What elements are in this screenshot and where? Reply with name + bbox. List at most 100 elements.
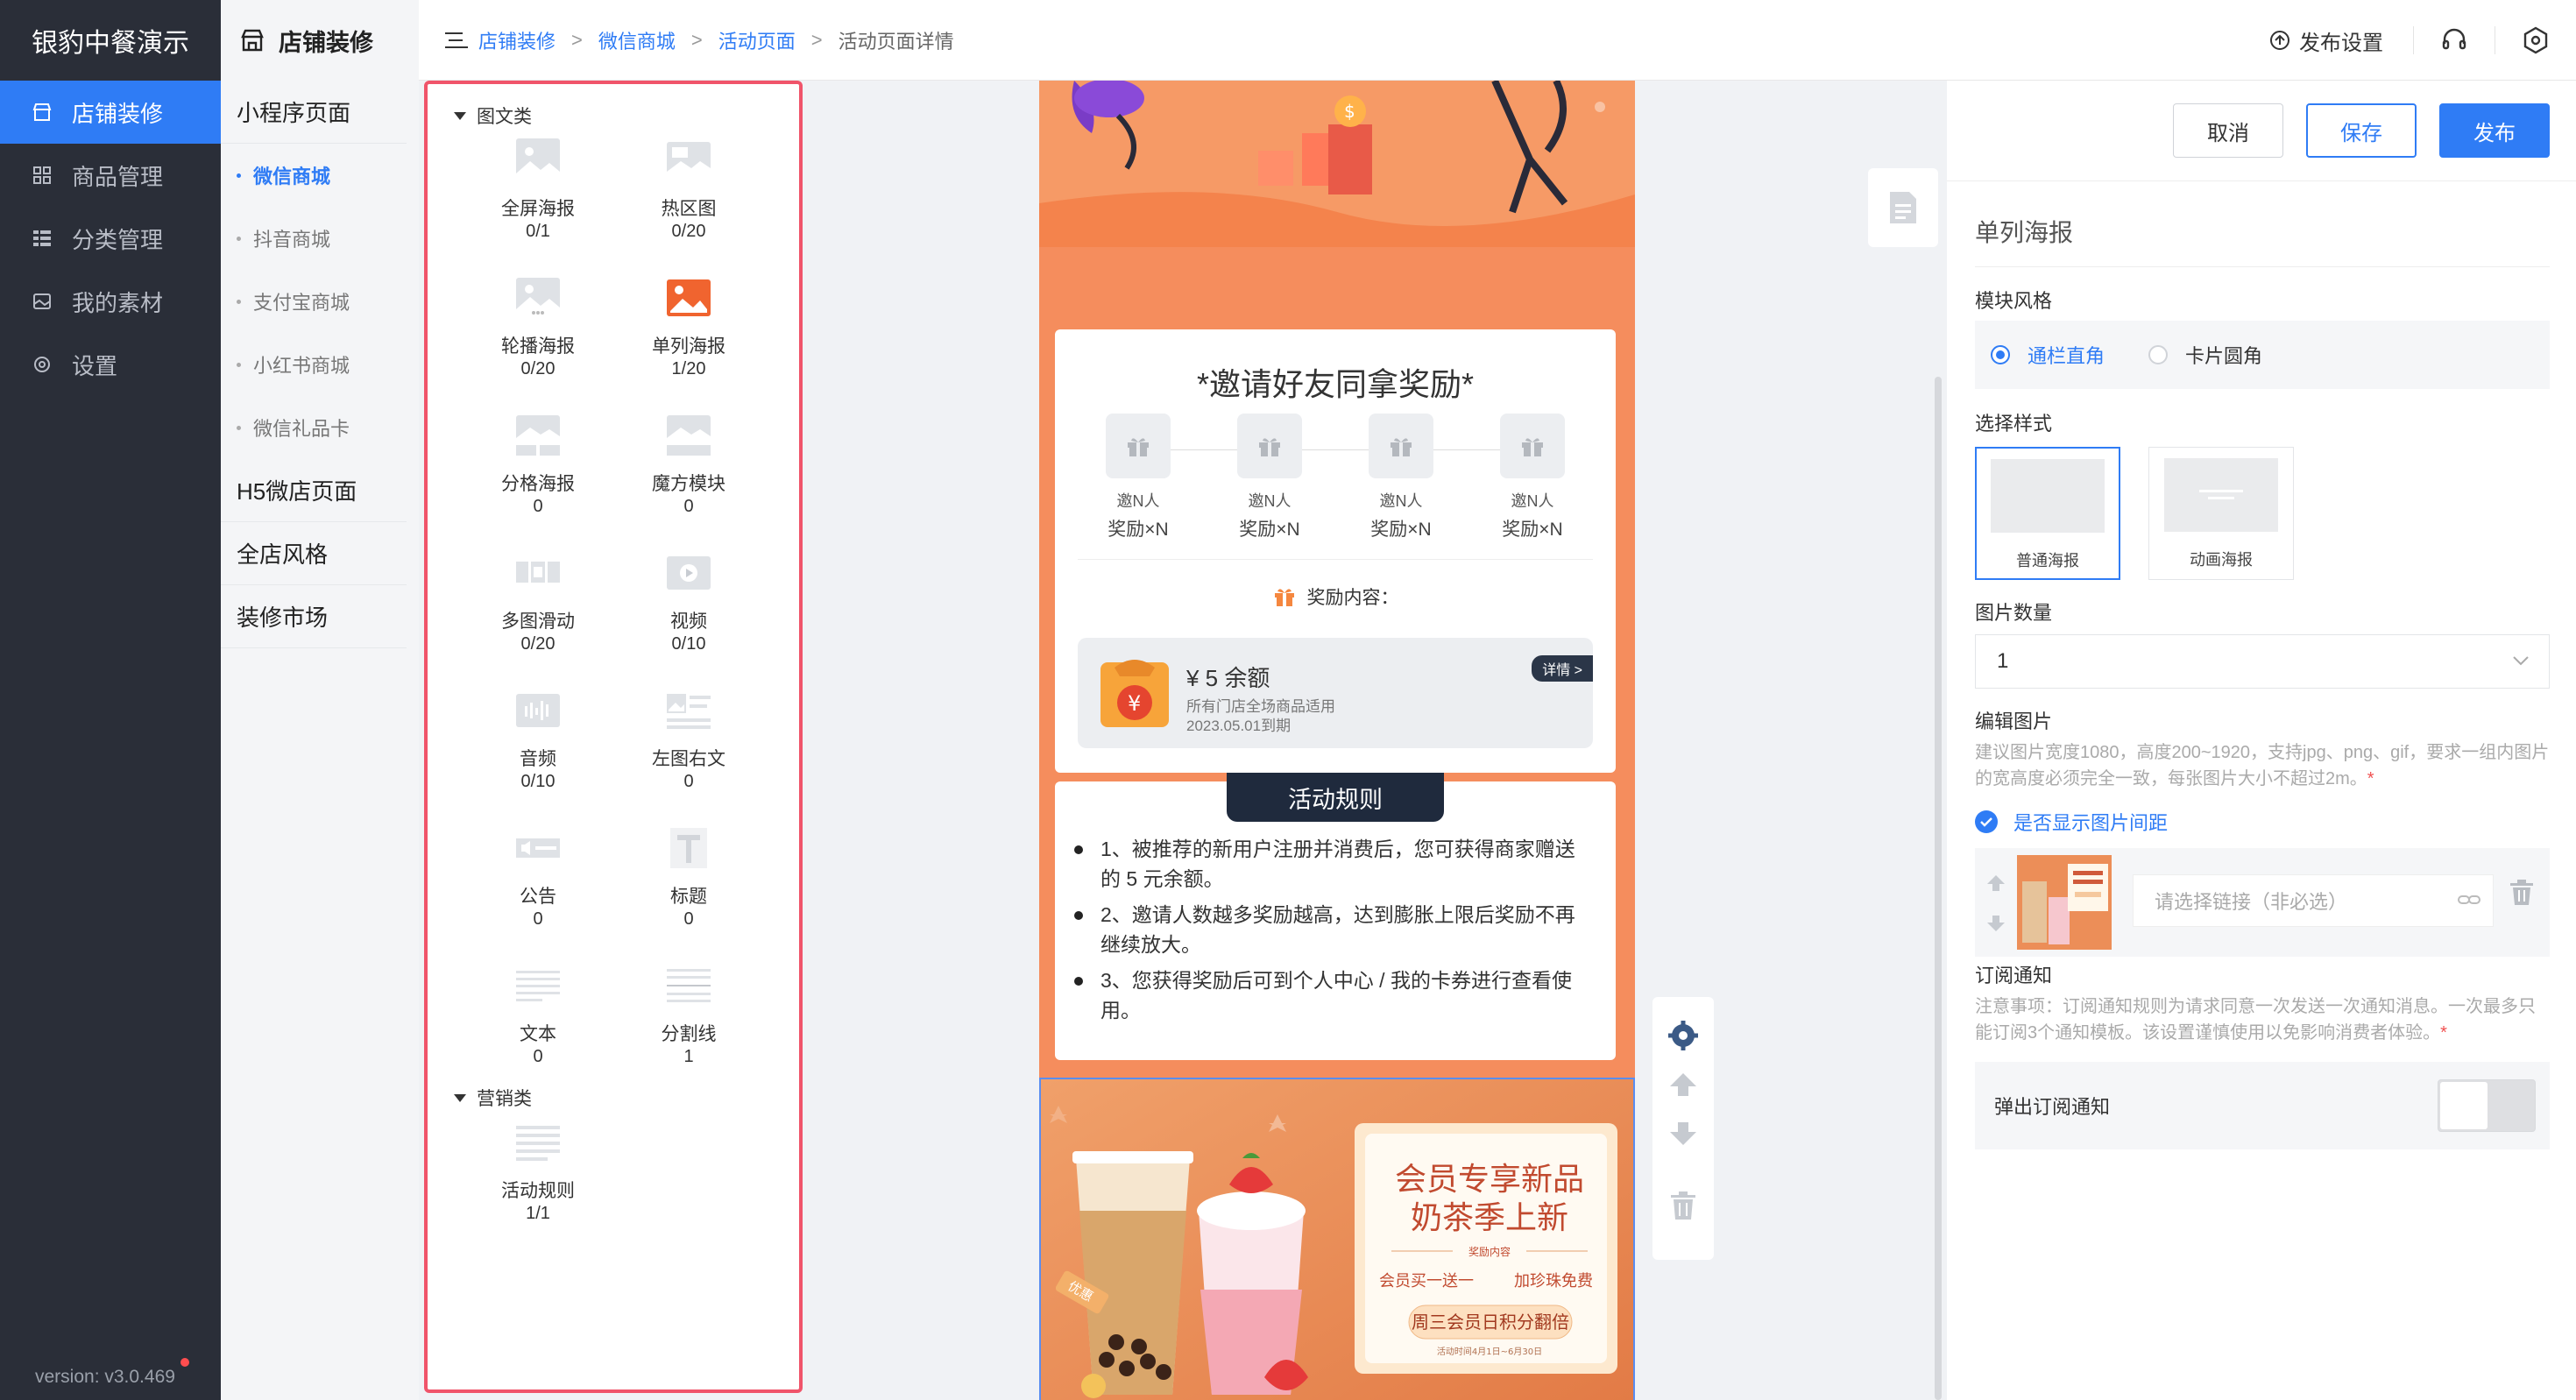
- category-image-text[interactable]: 图文类: [428, 98, 799, 133]
- phone-preview: $ *邀请好友同拿奖励* 邀N人 奖励×N 邀N人 奖励×N 邀N人 奖励×N …: [1039, 81, 1635, 1400]
- rules-tag: 活动规则: [1227, 773, 1444, 822]
- component-cube-module[interactable]: 魔方模块 0: [613, 408, 764, 546]
- move-up-button[interactable]: [1652, 1060, 1714, 1109]
- nav-item-label: 我的素材: [72, 289, 164, 316]
- coupon-card: ¥ ¥ 5 余额 所有门店全场商品适用 2023.05.01到期 详情 >: [1078, 638, 1593, 748]
- component-image-text[interactable]: 左图右文 0: [613, 683, 764, 821]
- subnav-item-douyin-mall[interactable]: 抖音商城: [221, 207, 419, 270]
- invite-step: 邀N人 奖励×N: [1221, 414, 1318, 541]
- caret-down-icon: [454, 1093, 466, 1102]
- radio-card-rounded[interactable]: 卡片圆角: [2148, 341, 2262, 369]
- image-item-row: 请选择链接（非必选）: [1975, 848, 2550, 957]
- subscribe-hint: 注意事项：订阅通知规则为请求同意一次发送一次通知消息。一次最多只能订阅3个通知模…: [1975, 997, 2536, 1043]
- subscribe-label: 订阅通知: [1975, 965, 2053, 986]
- publish-button[interactable]: 发布: [2439, 103, 2550, 158]
- component-audio[interactable]: 音频 0/10: [463, 683, 613, 821]
- invite-section[interactable]: *邀请好友同拿奖励* 邀N人 奖励×N 邀N人 奖励×N 邀N人 奖励×N 邀N…: [1039, 247, 1635, 781]
- invite-step: 邀N人 奖励×N: [1484, 414, 1581, 541]
- title-icon: [665, 824, 712, 872]
- svg-text:$: $: [1344, 101, 1355, 122]
- hero-illustration: $: [1039, 81, 1635, 247]
- component-activity-rules[interactable]: 活动规则 1/1: [463, 1115, 613, 1253]
- version-label: version: v3.0.469: [35, 1367, 175, 1387]
- breadcrumb-activity-page[interactable]: 活动页面: [718, 26, 796, 54]
- subnav-item-xiaohongshu-mall[interactable]: 小红书商城: [221, 333, 419, 396]
- customer-service-button[interactable]: [2414, 0, 2495, 81]
- component-announcement[interactable]: 公告 0: [463, 821, 613, 958]
- nav-item-categories[interactable]: 分类管理: [0, 207, 221, 270]
- check-icon: [1980, 817, 1992, 827]
- subnav-item-wechat-giftcard[interactable]: 微信礼品卡: [221, 396, 419, 459]
- nav-item-settings[interactable]: 设置: [0, 333, 221, 396]
- publish-settings-button[interactable]: 发布设置: [2240, 25, 2413, 56]
- breadcrumb-wechat-mall[interactable]: 微信商城: [598, 26, 676, 54]
- component-carousel-poster[interactable]: 轮播海报 0/20: [463, 271, 613, 408]
- money-bag-icon: ¥: [1100, 660, 1169, 727]
- gift-icon: [1259, 438, 1280, 456]
- delete-block-button[interactable]: [1652, 1181, 1714, 1230]
- trash-icon[interactable]: [2509, 880, 2534, 906]
- block-settings-button[interactable]: [1652, 1011, 1714, 1060]
- nav-item-store-decoration[interactable]: 店铺装修: [0, 81, 221, 144]
- rules-section[interactable]: 活动规则 1、被推荐的新用户注册并消费后，您可获得商家赠送的 5 元余额。 2、…: [1039, 773, 1635, 1078]
- store-icon: [241, 29, 264, 52]
- component-video[interactable]: 视频 0/10: [613, 546, 764, 683]
- nav-item-materials[interactable]: 我的素材: [0, 270, 221, 333]
- component-fullscreen-poster[interactable]: 全屏海报 0/1: [463, 133, 613, 271]
- subnav-group-market[interactable]: 装修市场: [221, 585, 407, 648]
- rules-icon: [514, 1119, 562, 1166]
- move-down-button[interactable]: [1652, 1109, 1714, 1158]
- settings-button[interactable]: [2495, 0, 2576, 81]
- trash-icon: [1671, 1191, 1695, 1220]
- invite-step: 邀N人 奖励×N: [1353, 414, 1449, 541]
- coupon-amount: ¥ 5 余额: [1186, 665, 1270, 691]
- carousel-icon: [514, 274, 562, 322]
- nav-item-label: 店铺装修: [72, 100, 164, 127]
- component-split-poster[interactable]: 分格海报 0: [463, 408, 613, 546]
- page-settings-button[interactable]: [1868, 168, 1938, 247]
- component-palette: 图文类 全屏海报 0/1 热区图 0/20 轮播海报 0/20 单列海报 1/20 分格…: [424, 81, 803, 1393]
- arrow-up-icon[interactable]: [1985, 873, 2006, 894]
- component-text[interactable]: 文本 0: [463, 958, 613, 1096]
- document-icon: [1890, 192, 1916, 223]
- poster-thumbnail[interactable]: [2017, 855, 2112, 950]
- announcement-icon: [514, 824, 562, 872]
- gift-icon: [1391, 438, 1412, 456]
- style-option-normal-poster[interactable]: 普通海报: [1975, 447, 2120, 580]
- nav-item-products[interactable]: 商品管理: [0, 144, 221, 207]
- subnav-item-wechat-mall[interactable]: 微信商城: [221, 144, 419, 207]
- link-icon: [2458, 895, 2480, 904]
- headset-icon: [2442, 28, 2466, 50]
- subnav-item-alipay-mall[interactable]: 支付宝商城: [221, 270, 419, 333]
- module-style-group: 通栏直角 卡片圆角: [1975, 321, 2550, 389]
- poster-promo-1: 会员买一送一: [1379, 1272, 1474, 1290]
- cancel-button[interactable]: 取消: [2173, 103, 2283, 158]
- single-poster-block[interactable]: 优惠 会员专享新品 奶茶季上新 奖励内容 会员买一送一 加珍珠免费 周三会员日积…: [1039, 1078, 1635, 1400]
- subnav-group-h5[interactable]: H5微店页面: [221, 459, 407, 522]
- gear-icon: [32, 354, 53, 375]
- popup-subscribe-toggle[interactable]: [2438, 1079, 2536, 1132]
- link-input[interactable]: 请选择链接（非必选）: [2133, 874, 2494, 927]
- split-poster-icon: [514, 412, 562, 459]
- component-divider[interactable]: 分割线 1: [613, 958, 764, 1096]
- canvas-scrollbar[interactable]: [1935, 377, 1942, 1400]
- show-spacing-checkbox[interactable]: 是否显示图片间距: [1975, 808, 2168, 836]
- coupon-detail-button[interactable]: 详情 >: [1532, 655, 1593, 682]
- poster-sub-label: 奖励内容: [1468, 1245, 1511, 1258]
- editor-canvas: $ *邀请好友同拿奖励* 邀N人 奖励×N 邀N人 奖励×N 邀N人 奖励×N …: [803, 81, 1947, 1400]
- hotspot-image-icon: [665, 137, 712, 184]
- component-hotspot-image[interactable]: 热区图 0/20: [613, 133, 764, 271]
- style-option-animated-poster[interactable]: 动画海报: [2148, 447, 2294, 580]
- save-button[interactable]: 保存: [2306, 103, 2417, 158]
- component-single-poster[interactable]: 单列海报 1/20: [613, 271, 764, 408]
- component-title[interactable]: 标题 0: [613, 821, 764, 958]
- subnav-group-miniprogram[interactable]: 小程序页面: [221, 81, 407, 144]
- coupon-expiry: 2023.05.01到期: [1186, 718, 1292, 734]
- invite-title: *邀请好友同拿奖励*: [1196, 366, 1475, 402]
- image-count-select[interactable]: 1: [1975, 634, 2550, 689]
- breadcrumb-store-decoration[interactable]: 店铺装修: [478, 26, 556, 54]
- component-multi-image-slide[interactable]: 多图滑动 0/20: [463, 546, 613, 683]
- arrow-down-icon[interactable]: [1985, 913, 2006, 934]
- radio-full-width-square[interactable]: 通栏直角: [1991, 341, 2105, 369]
- subnav-group-theme[interactable]: 全店风格: [221, 522, 407, 585]
